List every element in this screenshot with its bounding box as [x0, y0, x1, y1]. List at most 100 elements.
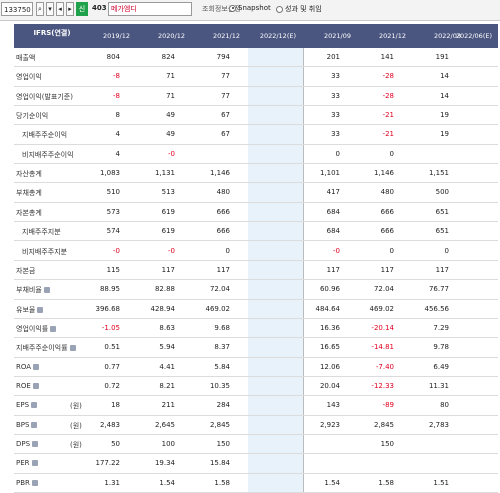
- row-label-text: 자본금: [16, 266, 36, 275]
- table-cell: -1.05: [101, 323, 120, 332]
- table-cell: 88.95: [99, 285, 120, 294]
- row-label: 유보율: [16, 305, 44, 315]
- row-label: 자산총계: [16, 169, 42, 179]
- table-cell: 469.02: [369, 304, 395, 313]
- row-label-text: PER: [16, 459, 30, 468]
- stock-code-input[interactable]: 133750: [1, 2, 33, 16]
- table-row: 비지배주주지분 -0 -0 0 -0 0 0: [14, 242, 498, 261]
- info-icon[interactable]: [31, 402, 38, 409]
- table-row: 자산총계 1,083 1,131 1,146 1,101 1,146 1,151: [14, 164, 498, 184]
- column-header: 2022/12(E): [259, 32, 296, 40]
- table-cell: 115: [106, 265, 120, 274]
- row-label-text: 당기순이익: [16, 112, 49, 121]
- table-cell: 0: [225, 246, 230, 255]
- row-label-text: PBR: [16, 478, 30, 487]
- table-cell: 72.04: [373, 285, 394, 294]
- table-cell: 5.94: [159, 343, 175, 352]
- table-cell: 804: [106, 53, 120, 61]
- table-cell: 1,146: [209, 169, 230, 178]
- row-label-text: ROA: [16, 362, 32, 371]
- table-cell: 2,645: [154, 420, 175, 429]
- table-cell: 284: [216, 401, 230, 410]
- search-radio-label: 성과 및 취임: [285, 5, 322, 13]
- row-label-text: 비지배주주순이익: [22, 150, 74, 159]
- info-icon[interactable]: [32, 441, 39, 447]
- next-icon[interactable]: ▸: [66, 2, 74, 16]
- table-cell: 8.37: [214, 343, 230, 352]
- table-cell: 10.35: [209, 381, 230, 390]
- table-cell: 19: [440, 130, 449, 139]
- company-name-field[interactable]: 메가엠디: [108, 2, 192, 16]
- row-label: DPS: [16, 440, 39, 448]
- table-row: ROA 0.77 4.41 5.84 12.06 -7.40 6.49: [14, 358, 498, 377]
- table-cell: 211: [161, 401, 175, 410]
- table-cell: 117: [216, 265, 230, 274]
- dropdown-icon[interactable]: ▾: [46, 2, 54, 16]
- table-cell: 20.04: [319, 381, 340, 390]
- table-cell: 619: [161, 207, 175, 216]
- row-label-text: 지배주주순이익률: [16, 344, 68, 353]
- table-cell: 1.31: [104, 478, 120, 487]
- table-cell: 14: [440, 91, 449, 100]
- info-icon[interactable]: [33, 363, 40, 370]
- row-label-text: 비지배주주지분: [22, 247, 68, 256]
- table-cell: 4.41: [159, 362, 175, 371]
- info-icon[interactable]: [31, 460, 38, 467]
- table-cell: -89: [382, 401, 394, 410]
- table-cell: 117: [161, 265, 175, 274]
- row-label-text: 지배주주지분: [22, 228, 61, 237]
- table-row: 지배주주지분 574 619 666 684 666 651: [14, 222, 498, 242]
- toolbar: 133750 ⌕ ▾ ◂ ▸ 신 403 메가엠디 조회정보설정 Snapsho…: [0, 0, 500, 21]
- table-cell: 2,845: [209, 420, 230, 429]
- table-cell: 80: [440, 401, 449, 410]
- info-icon[interactable]: [32, 382, 39, 389]
- table-cell: 456.56: [424, 304, 450, 313]
- info-icon[interactable]: [43, 287, 50, 294]
- table-row: 유보율 396.68 428.94 469.02 484.64 469.02 456.56: [14, 300, 498, 319]
- table-cell: 480: [216, 188, 230, 197]
- row-label: PER: [16, 459, 38, 467]
- search-icon[interactable]: ⌕: [36, 2, 44, 16]
- table-cell: 14: [440, 72, 449, 81]
- snapshot-radio[interactable]: Snapshot: [229, 4, 271, 12]
- table-cell: 666: [216, 227, 230, 236]
- prev-icon[interactable]: ◂: [56, 2, 64, 16]
- info-icon[interactable]: [50, 325, 57, 332]
- table-cell: -0: [113, 246, 120, 255]
- table-row: 영업이익률 -1.05 8.63 9.68 16.36 -20.14 7.29: [14, 319, 498, 339]
- table-cell: -0: [168, 246, 175, 255]
- table-header: IFRS(연결) 2019/12 2020/12 2021/12 2022/12(E)…: [14, 24, 498, 48]
- table-cell: 19: [440, 111, 449, 120]
- table-cell: 15.84: [209, 459, 230, 468]
- row-label: 부채비율: [16, 285, 50, 295]
- table-cell: -8: [113, 91, 120, 100]
- table-cell: 469.02: [205, 304, 231, 313]
- table-cell: 619: [161, 227, 175, 236]
- new-badge[interactable]: 신: [76, 2, 88, 16]
- table-cell: 11.31: [428, 381, 449, 390]
- table-row: 비지배주주순이익 4 -0 0 0: [14, 145, 498, 165]
- table-cell: 4: [115, 130, 120, 139]
- info-icon[interactable]: [31, 479, 38, 486]
- table-cell: 60.96: [319, 285, 340, 294]
- search-radio[interactable]: 성과 및 취임: [276, 4, 322, 14]
- column-header: 2020/12: [157, 32, 185, 40]
- table-cell: 666: [380, 227, 394, 236]
- stock-number: 403: [92, 4, 107, 12]
- table-cell: 12.06: [319, 362, 340, 371]
- table-cell: 50: [111, 440, 120, 448]
- info-icon[interactable]: [31, 421, 38, 428]
- table-cell: -21: [382, 111, 394, 120]
- table-cell: 9.78: [433, 343, 449, 352]
- row-label-text: 영업이익률: [16, 324, 49, 333]
- info-icon[interactable]: [37, 306, 44, 313]
- table-cell: -0: [168, 149, 175, 158]
- table-cell: 16.65: [319, 343, 340, 352]
- table-cell: 651: [435, 227, 449, 236]
- table-cell: 19.34: [154, 459, 175, 468]
- table-cell: 2,783: [428, 420, 449, 429]
- table-cell: 0: [444, 246, 449, 255]
- row-label: 영업이익률: [16, 324, 57, 334]
- table-cell: 428.94: [150, 304, 176, 313]
- table-cell: 9.68: [214, 323, 230, 332]
